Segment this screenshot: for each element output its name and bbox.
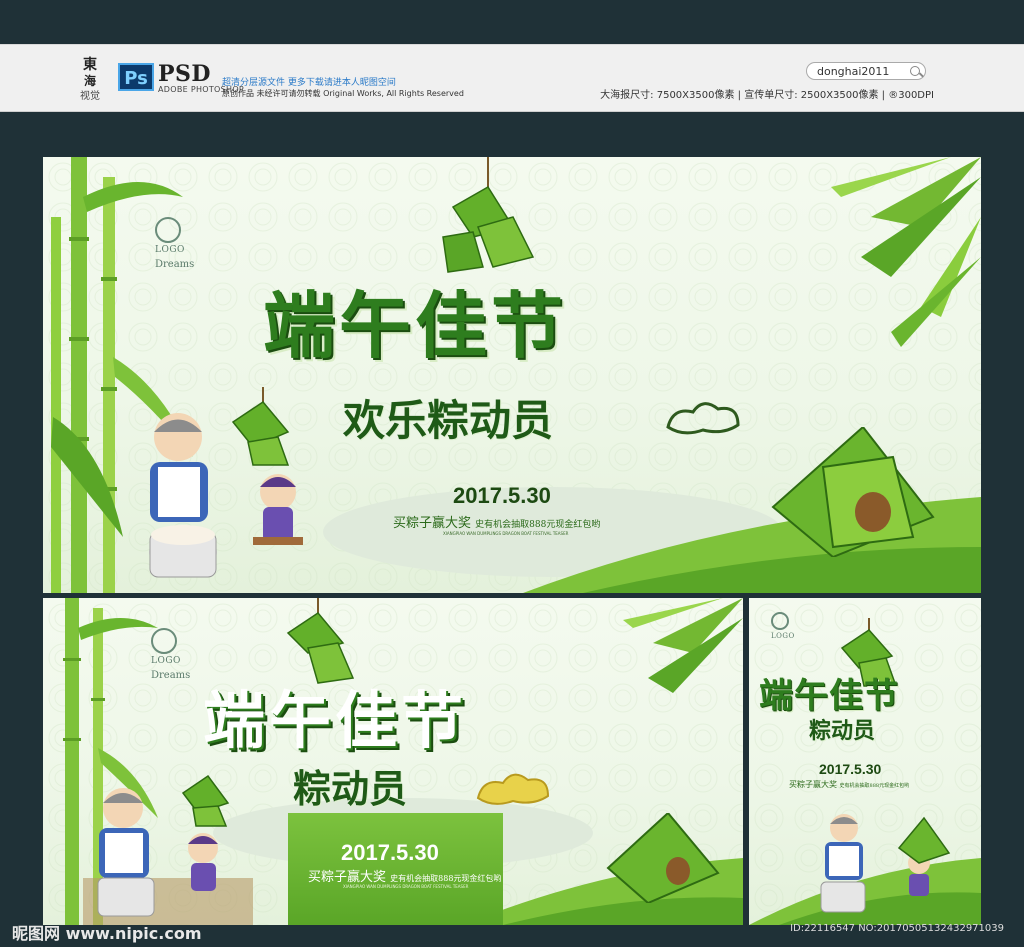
bamboo-leaves-right bbox=[623, 598, 743, 693]
main-title: 端午佳节 bbox=[203, 684, 468, 757]
promo-line: 买粽子赢大奖 史有机会抽取888元现金红包哟 bbox=[789, 779, 909, 790]
event-date: 2017.5.30 bbox=[819, 761, 882, 777]
image-id: ID:22116547 NO:20170505132432971039 bbox=[790, 923, 1004, 934]
promo-main: 史有机会抽取888元现金红包哟 bbox=[475, 520, 601, 530]
main-title: 端午佳节 bbox=[263, 283, 568, 368]
cloud-ornament bbox=[476, 773, 550, 805]
promo-prefix: 买粽子赢大奖 bbox=[308, 870, 387, 885]
bamboo-leaves-right bbox=[831, 157, 981, 347]
subtitle: 粽动员 bbox=[293, 766, 408, 811]
promo-prefix: 买粽子赢大奖 bbox=[393, 516, 472, 531]
banner-large: LOGO Dreams 端午佳节 欢乐粽动员 2017.5.30 买粽子赢大奖 … bbox=[43, 157, 981, 593]
promo-main: 史有机会抽取888元现金红包哟 bbox=[390, 874, 502, 883]
grandma-character bbox=[820, 814, 951, 913]
logo-label: LOGO bbox=[771, 632, 795, 640]
header-tagline-2: 原创作品 未经许可请勿转载 Original Works, All Rights… bbox=[222, 89, 464, 98]
brand-logo-icon: 東 海 视觉 bbox=[80, 56, 100, 102]
dreams-label: Dreams bbox=[151, 670, 191, 681]
promo-line: 买粽子赢大奖 史有机会抽取888元现金红包哟 bbox=[308, 866, 501, 885]
svg-text:東: 東 bbox=[83, 56, 97, 73]
photoshop-badge-icon: Ps bbox=[118, 63, 154, 91]
banner-small: LOGO 端午佳节 粽动员 2017.5.30 买粽子赢大奖 史有机会抽取888… bbox=[749, 598, 981, 925]
zongzi-main bbox=[771, 427, 935, 557]
main-title: 端午佳节 bbox=[759, 676, 899, 716]
grandma-character bbox=[83, 788, 253, 925]
logo-emblem-icon bbox=[155, 217, 181, 243]
site-watermark: 昵图网 www.nipic.com bbox=[12, 924, 202, 943]
psd-title: PSD bbox=[158, 61, 212, 87]
event-date: 2017.5.30 bbox=[453, 483, 551, 508]
logo-emblem-icon bbox=[771, 612, 789, 630]
grandma-character bbox=[149, 413, 303, 578]
header-tagline-1: 超清分层源文件 更多下载请进本人昵图空间 bbox=[222, 78, 396, 88]
logo-block: LOGO bbox=[771, 612, 795, 640]
header-bar: 東 海 视觉 Ps PSD ADOBE PHOTOSHOP 超清分层源文件 更多… bbox=[0, 44, 1024, 112]
search-icon[interactable] bbox=[910, 66, 920, 76]
banner-medium: LOGO Dreams 端午佳节 粽动员 2017.5.30 买粽子赢大奖 史有… bbox=[43, 598, 743, 925]
logo-label: LOGO bbox=[155, 245, 185, 255]
header-taglines: 超清分层源文件 更多下载请进本人昵图空间 原创作品 未经许可请勿转载 Origi… bbox=[222, 75, 464, 99]
zongzi-main bbox=[606, 813, 720, 903]
subtitle: 粽动员 bbox=[809, 718, 876, 744]
english-tagline: XIANGPIAO WAN DUMPLINGS DRAGON BOAT FEST… bbox=[443, 531, 569, 536]
promo-main: 史有机会抽取888元现金红包哟 bbox=[839, 783, 910, 789]
logo-emblem-icon bbox=[151, 628, 177, 654]
cloud-ornament bbox=[666, 402, 740, 435]
svg-text:海: 海 bbox=[84, 73, 96, 88]
size-spec: 大海报尺寸: 7500X3500像素 | 宣传单尺寸: 2500X3500像素 … bbox=[600, 90, 934, 101]
logo-block: LOGO Dreams bbox=[155, 217, 194, 270]
english-tagline: XIANGPIAO WAN DUMPLINGS DRAGON BOAT FEST… bbox=[343, 884, 469, 889]
logo-block: LOGO Dreams bbox=[151, 628, 190, 681]
subtitle: 欢乐粽动员 bbox=[343, 396, 554, 445]
author-name: donghai2011 bbox=[817, 65, 890, 78]
logo-label: LOGO bbox=[151, 656, 181, 666]
dreams-label: Dreams bbox=[155, 259, 195, 270]
promo-line: 买粽子赢大奖 史有机会抽取888元现金红包哟 bbox=[393, 512, 600, 531]
author-search-field[interactable]: donghai2011 bbox=[806, 62, 926, 80]
promo-prefix: 买粽子赢大奖 bbox=[789, 780, 837, 789]
svg-text:视觉: 视觉 bbox=[80, 89, 100, 102]
event-date: 2017.5.30 bbox=[341, 840, 439, 865]
